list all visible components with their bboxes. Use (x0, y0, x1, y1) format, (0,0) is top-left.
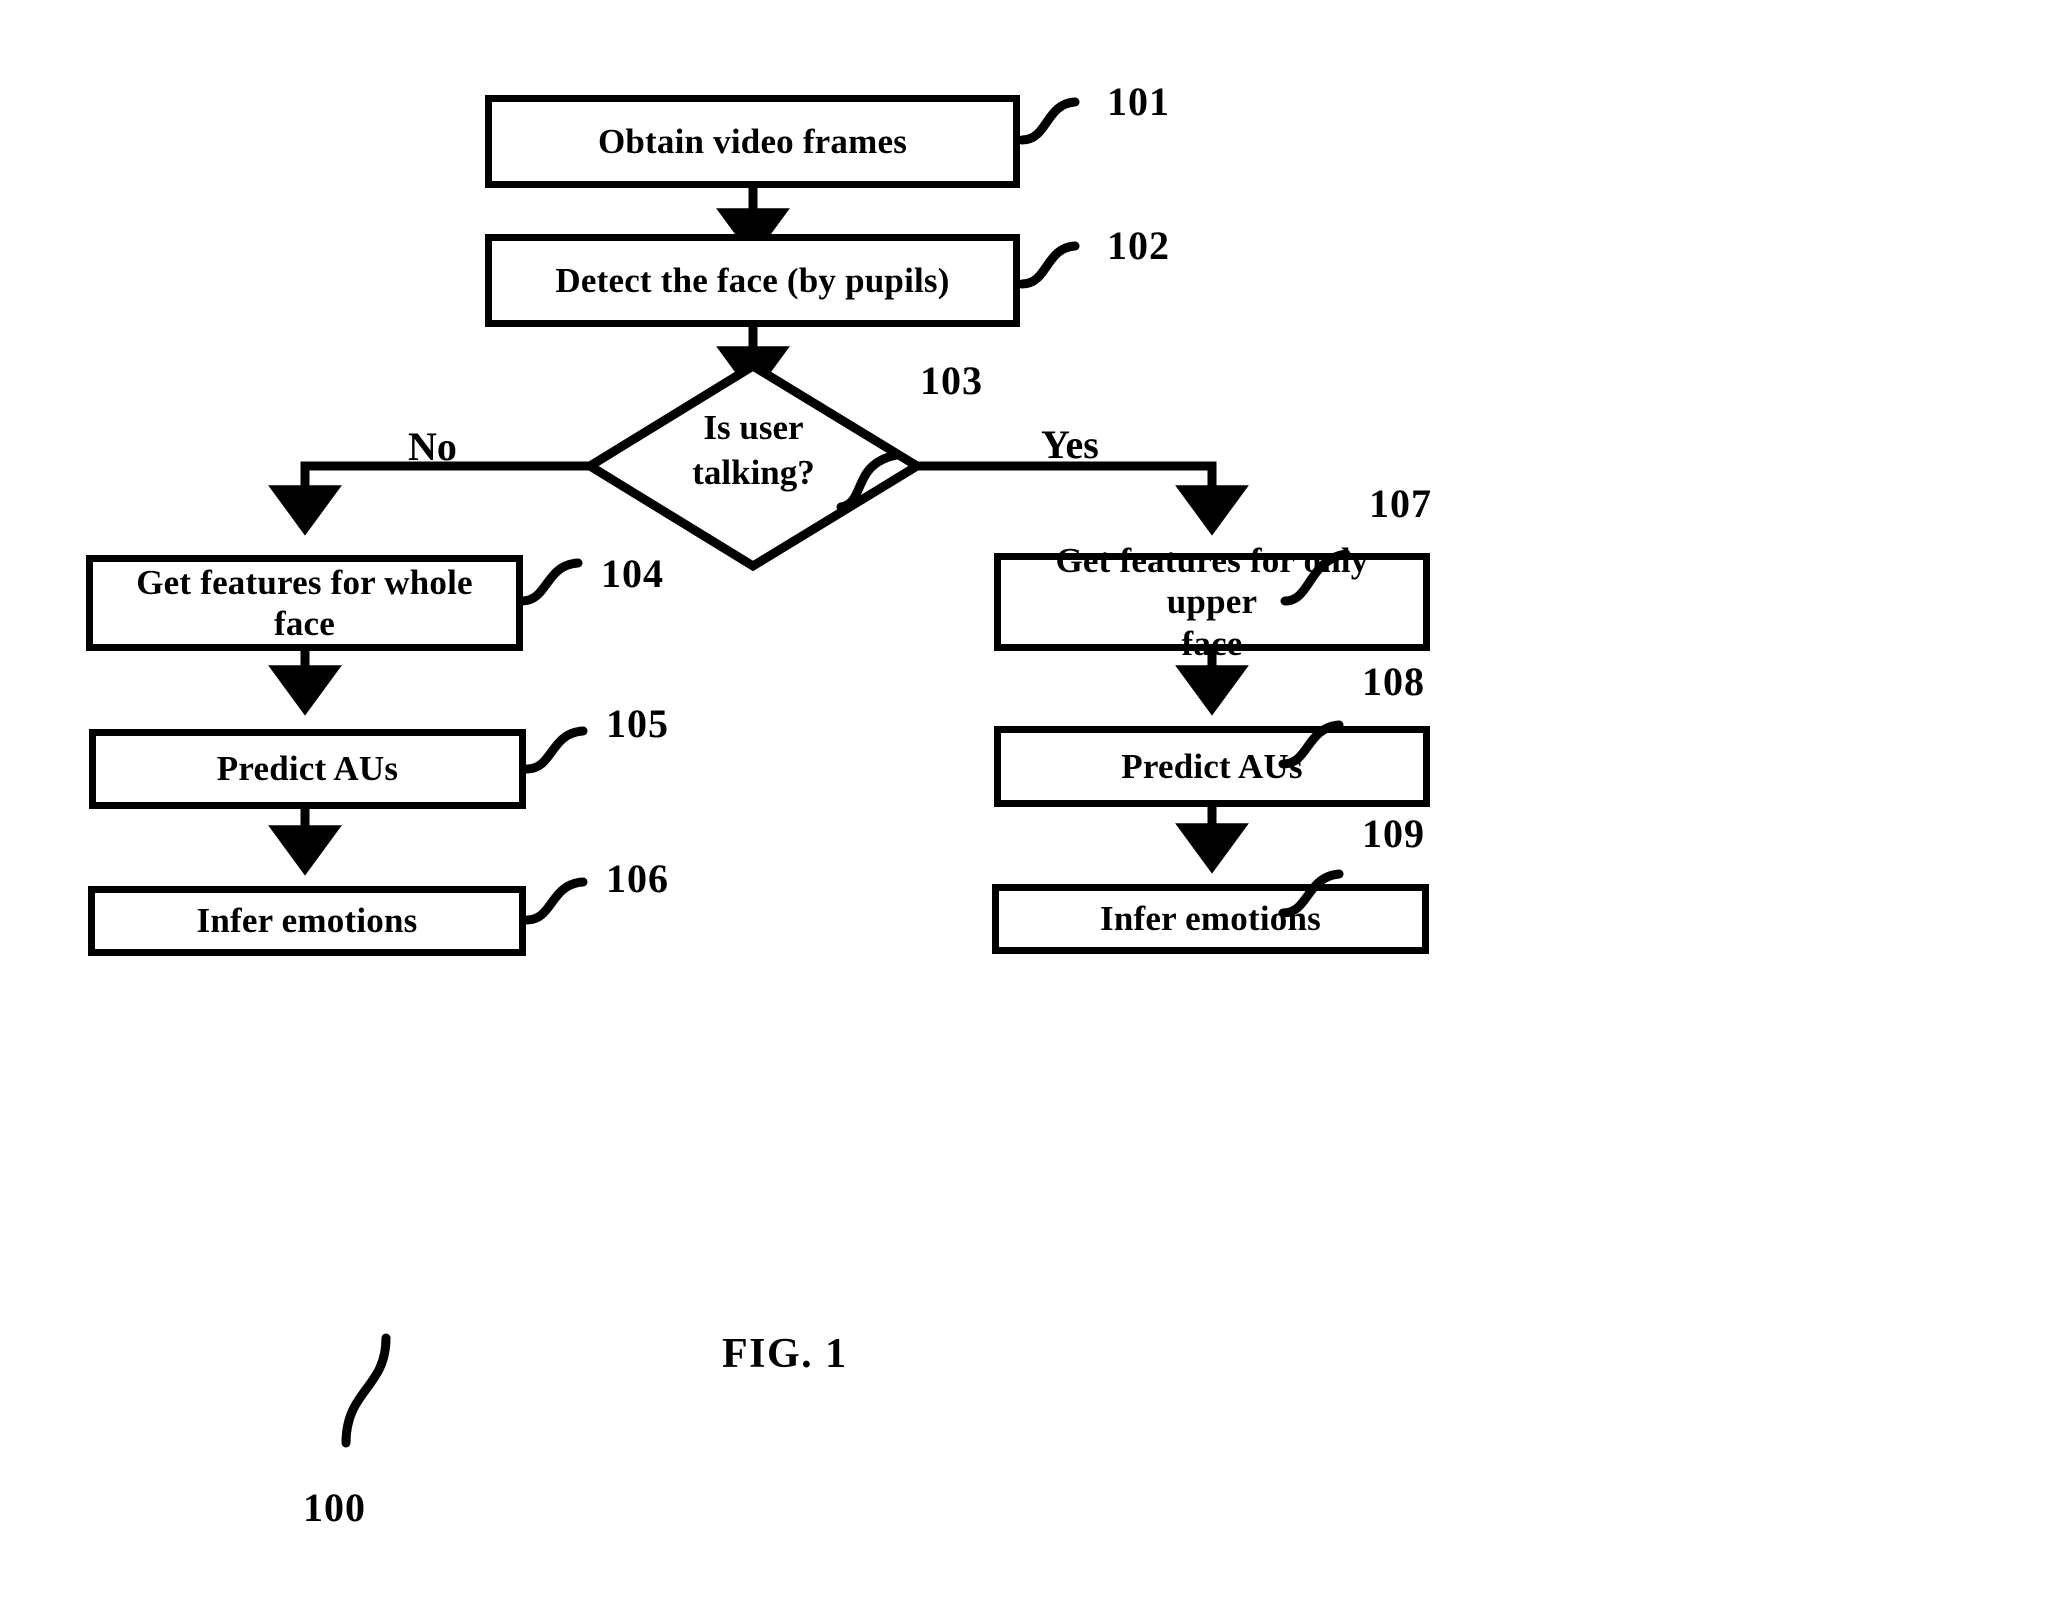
flow-node-108-label: Predict AUs (1121, 746, 1303, 786)
flow-node-102[interactable]: Detect the face (by pupils) (485, 234, 1020, 327)
flow-node-102-label: Detect the face (by pupils) (555, 260, 950, 300)
flow-node-107-label: Get features for only upper face (1055, 541, 1369, 663)
reference-numeral-103: 103 (920, 358, 983, 403)
reference-numeral-108: 108 (1362, 659, 1425, 704)
flow-node-106[interactable]: Infer emotions (88, 886, 526, 956)
branch-label-no: No (408, 424, 457, 469)
figure-caption: FIG. 1 (722, 1331, 848, 1377)
flow-node-104[interactable]: Get features for whole face (86, 555, 523, 651)
reference-numeral-102: 102 (1107, 223, 1170, 268)
reference-numeral-100: 100 (303, 1485, 366, 1530)
patent-figure-canvas: Obtain video frames Detect the face (by … (0, 0, 2060, 1606)
reference-numeral-105: 105 (606, 701, 669, 746)
reference-numeral-109: 109 (1362, 811, 1425, 856)
flow-node-109[interactable]: Infer emotions (992, 884, 1429, 954)
flow-node-101[interactable]: Obtain video frames (485, 95, 1020, 188)
flow-node-105[interactable]: Predict AUs (89, 729, 526, 809)
flow-node-105-label: Predict AUs (216, 749, 399, 789)
flow-node-106-label: Infer emotions (196, 901, 418, 941)
flow-node-103[interactable]: Is user talking? (590, 366, 917, 566)
reference-numeral-104: 104 (601, 551, 664, 596)
flow-node-101-label: Obtain video frames (597, 121, 908, 161)
flow-node-108[interactable]: Predict AUs (994, 726, 1430, 807)
branch-label-yes: Yes (1041, 422, 1099, 467)
reference-numeral-106: 106 (606, 856, 669, 901)
flow-node-109-label: Infer emotions (1100, 899, 1321, 939)
reference-numeral-107: 107 (1369, 481, 1432, 526)
reference-numeral-101: 101 (1107, 79, 1170, 124)
flow-node-103-label: Is user talking? (692, 408, 815, 492)
flow-node-104-label: Get features for whole face (136, 562, 473, 643)
flow-node-107[interactable]: Get features for only upper face (994, 541, 1430, 663)
